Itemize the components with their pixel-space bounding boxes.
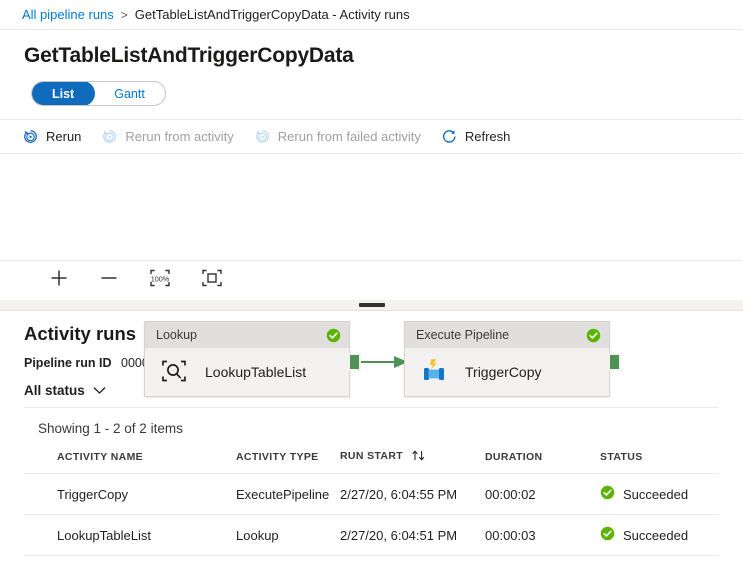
breadcrumb-current: GetTableListAndTriggerCopyData - Activit… [135, 7, 410, 22]
pipeline-node-execute-pipeline-type: Execute Pipeline [416, 328, 509, 342]
breadcrumb-link-all-pipeline-runs[interactable]: All pipeline runs [22, 7, 114, 22]
rerun-label: Rerun [46, 129, 81, 144]
refresh-button[interactable]: Refresh [441, 128, 511, 145]
tab-gantt[interactable]: Gantt [94, 82, 165, 105]
page-title: GetTableListAndTriggerCopyData [0, 30, 743, 68]
rerun-from-failed-activity-label: Rerun from failed activity [278, 129, 421, 144]
cell-status: Succeeded [600, 474, 719, 515]
showing-count: Showing 1 - 2 of 2 items [0, 408, 743, 436]
lookup-status-success-icon [326, 328, 341, 343]
pipeline-node-lookup[interactable]: Lookup LookupTableList [144, 321, 350, 397]
table-header-row: ACTIVITY NAME ACTIVITY TYPE RUN START DU… [24, 436, 719, 474]
refresh-label: Refresh [465, 129, 511, 144]
column-header-run-start-label: RUN START [340, 450, 403, 462]
cell-status: Succeeded [600, 515, 719, 556]
canvas-zoom-controls: 100% [0, 260, 743, 300]
status-badge: Succeeded [623, 528, 688, 543]
pipeline-canvas[interactable]: Lookup LookupTableList [0, 154, 743, 260]
cell-run-start: 2/27/20, 6:04:55 PM [340, 474, 485, 515]
table-row[interactable]: TriggerCopy ExecutePipeline 2/27/20, 6:0… [24, 474, 719, 515]
cell-duration: 00:00:02 [485, 474, 600, 515]
execute-pipeline-icon [419, 357, 449, 388]
rerun-from-activity-label: Rerun from activity [125, 129, 233, 144]
rerun-from-activity-icon [101, 128, 118, 145]
panel-splitter[interactable] [0, 300, 743, 311]
pipeline-node-lookup-body: LookupTableList [145, 348, 349, 396]
rerun-from-failed-activity-icon [254, 128, 271, 145]
column-header-run-start[interactable]: RUN START [340, 436, 485, 474]
splitter-grip [359, 303, 385, 307]
pipeline-node-lookup-type: Lookup [156, 328, 197, 342]
activity-runs-table-wrap: ACTIVITY NAME ACTIVITY TYPE RUN START DU… [0, 436, 743, 556]
lookup-magnifier-icon [159, 357, 189, 388]
cell-activity-type: Lookup [236, 515, 340, 556]
execute-pipeline-output-port[interactable] [608, 353, 621, 371]
status-success-icon [600, 526, 615, 544]
cell-activity-type: ExecutePipeline [236, 474, 340, 515]
rerun-from-activity-button: Rerun from activity [101, 128, 233, 145]
zoom-out-icon[interactable] [98, 267, 120, 294]
table-row[interactable]: LookupTableList Lookup 2/27/20, 6:04:51 … [24, 515, 719, 556]
cell-activity-name: LookupTableList [24, 515, 236, 556]
reset-zoom-100-icon[interactable]: 100% [148, 267, 172, 294]
lookup-output-port[interactable] [348, 353, 361, 371]
rerun-from-failed-activity-button: Rerun from failed activity [254, 128, 421, 145]
table-header: ACTIVITY NAME ACTIVITY TYPE RUN START DU… [24, 436, 719, 474]
status-filter-label: All status [24, 383, 85, 398]
column-header-duration[interactable]: DURATION [485, 436, 600, 474]
pipeline-node-execute-pipeline-header: Execute Pipeline [405, 322, 609, 348]
column-header-status[interactable]: STATUS [600, 436, 719, 474]
cell-duration: 00:00:03 [485, 515, 600, 556]
fit-to-screen-icon[interactable] [200, 267, 224, 294]
cell-activity-name: TriggerCopy [24, 474, 236, 515]
breadcrumb-separator: > [121, 8, 128, 22]
view-toggle: List Gantt [31, 81, 166, 106]
svg-text:100%: 100% [151, 274, 170, 283]
status-success-icon [600, 485, 615, 503]
activity-runs-title: Activity runs [0, 311, 743, 345]
column-header-activity-name[interactable]: ACTIVITY NAME [24, 436, 236, 474]
toolbar: Rerun Rerun from activity Rerun from fai… [0, 119, 743, 154]
cell-run-start: 2/27/20, 6:04:51 PM [340, 515, 485, 556]
chevron-down-icon [93, 383, 106, 398]
status-filter-dropdown[interactable]: All status [24, 383, 106, 398]
breadcrumb: All pipeline runs > GetTableListAndTrigg… [0, 0, 743, 30]
pipeline-node-lookup-header: Lookup [145, 322, 349, 348]
table-body: TriggerCopy ExecutePipeline 2/27/20, 6:0… [24, 474, 719, 556]
pipeline-node-execute-pipeline-name: TriggerCopy [465, 364, 542, 380]
zoom-in-icon[interactable] [48, 267, 70, 294]
sort-arrows-icon[interactable] [411, 450, 426, 464]
status-badge: Succeeded [623, 487, 688, 502]
rerun-button[interactable]: Rerun [22, 128, 81, 145]
rerun-icon [22, 128, 39, 145]
execute-pipeline-status-success-icon [586, 328, 601, 343]
pipeline-node-lookup-name: LookupTableList [205, 364, 306, 380]
pipeline-node-execute-pipeline[interactable]: Execute Pipeline TriggerCopy [404, 321, 610, 397]
refresh-icon [441, 128, 458, 145]
status-filter-row: All status [24, 383, 719, 408]
activity-runs-table: ACTIVITY NAME ACTIVITY TYPE RUN START DU… [24, 436, 719, 556]
tab-list[interactable]: List [31, 81, 95, 106]
column-header-activity-type[interactable]: ACTIVITY TYPE [236, 436, 340, 474]
pipeline-run-id-label: Pipeline run ID [24, 356, 112, 370]
pipeline-node-execute-pipeline-body: TriggerCopy [405, 348, 609, 396]
